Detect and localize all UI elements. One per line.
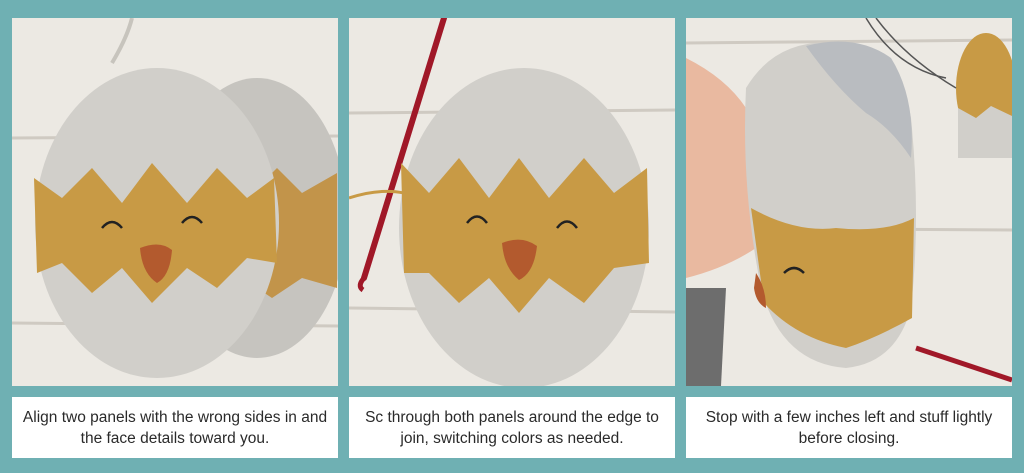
step-2-photo: [349, 18, 675, 386]
step-2-caption: Sc through both panels around the edge t…: [349, 397, 675, 458]
step-3-panel: Stop with a few inches left and stuff li…: [686, 18, 1012, 458]
step-1-panel: Align two panels with the wrong sides in…: [12, 18, 338, 458]
step-1-photo: [12, 18, 338, 386]
step-3-caption: Stop with a few inches left and stuff li…: [686, 397, 1012, 458]
step-3-photo: [686, 18, 1012, 386]
step-2-panel: Sc through both panels around the edge t…: [349, 18, 675, 458]
step-1-caption: Align two panels with the wrong sides in…: [12, 397, 338, 458]
